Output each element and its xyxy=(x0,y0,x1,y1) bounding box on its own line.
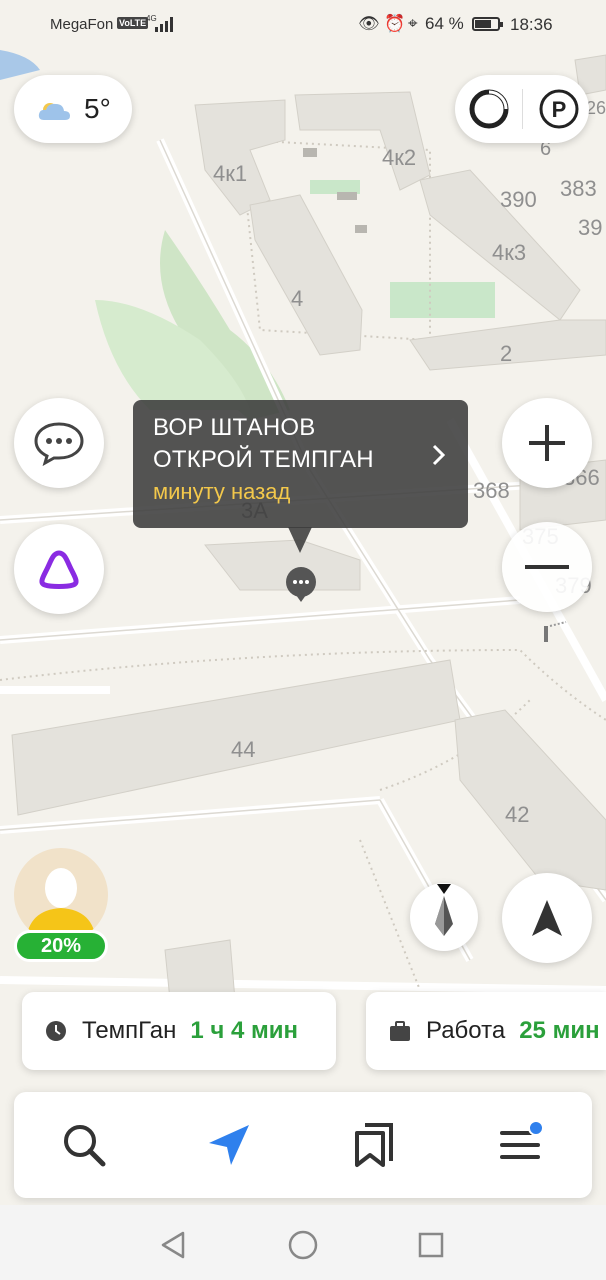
traffic-button[interactable] xyxy=(461,81,517,137)
map-label-house: 26 xyxy=(586,98,606,118)
compass-button[interactable] xyxy=(410,883,478,951)
system-nav-bar xyxy=(0,1205,606,1280)
zoom-out-button[interactable] xyxy=(502,522,592,612)
search-icon xyxy=(64,1125,106,1167)
menu-icon xyxy=(500,1121,544,1159)
clock: 18:36 xyxy=(510,15,553,34)
map-label-house: 4к1 xyxy=(213,161,248,186)
parking-button[interactable]: P xyxy=(531,81,587,137)
recents-square-icon xyxy=(418,1232,444,1258)
temperature: 5° xyxy=(84,93,111,124)
barrier-icon xyxy=(544,621,567,642)
route-name: Работа xyxy=(426,1017,506,1044)
eye-icon: 👁 xyxy=(358,14,380,33)
my-location-button[interactable] xyxy=(502,873,592,963)
map-label-house: 368 xyxy=(473,478,510,503)
chat-callout[interactable]: ВОР ШТАНОВ ОТКРОЙ ТЕМПГАН минуту назад xyxy=(133,400,468,528)
bottom-tab-bar xyxy=(14,1092,592,1198)
back-triangle-icon xyxy=(161,1231,185,1259)
parking-icon: P xyxy=(539,89,579,129)
map-label-house: 44 xyxy=(231,737,256,762)
chat-button[interactable] xyxy=(14,398,104,488)
weather-widget[interactable]: 5° xyxy=(14,75,132,143)
alarm-icon: ⏰ xyxy=(384,14,406,33)
route-duration: 25 мин xyxy=(519,1017,600,1044)
tab-menu[interactable] xyxy=(470,1092,570,1198)
route-chip-tempgan[interactable]: ТемпГан 1 ч 4 мин xyxy=(22,992,336,1070)
map-label-house: 39 xyxy=(578,215,603,240)
alice-icon xyxy=(39,550,79,589)
avatar-battery-badge: 20% xyxy=(14,930,108,962)
map-label-house: 383 xyxy=(560,176,597,201)
chat-bubble-icon xyxy=(34,422,84,466)
callout-line-1: ВОР ШТАНОВ xyxy=(153,414,316,441)
chat-pin-icon[interactable] xyxy=(284,565,318,603)
bookmarks-icon xyxy=(355,1123,393,1167)
divider xyxy=(522,89,523,129)
location-arrow-icon xyxy=(532,900,562,936)
chevron-right-icon xyxy=(432,444,446,466)
volte-badge: VoLTE xyxy=(117,17,149,29)
person-icon xyxy=(26,868,96,942)
traffic-icon xyxy=(469,89,509,129)
map-label-house: 4к3 xyxy=(492,240,527,265)
route-chip-work[interactable]: Работа 25 мин xyxy=(366,992,606,1070)
signal-icon xyxy=(155,16,175,32)
home-button[interactable] xyxy=(283,1225,323,1265)
map-layers-widget: P xyxy=(455,75,589,143)
map-label-house: 4 xyxy=(291,286,304,311)
map-label-house: 42 xyxy=(505,802,530,827)
plus-icon xyxy=(529,425,565,461)
svg-text:P: P xyxy=(552,97,567,122)
battery-percent: 64 % xyxy=(425,14,464,33)
back-button[interactable] xyxy=(153,1225,193,1265)
briefcase-icon xyxy=(390,1021,410,1041)
route-name: ТемпГан xyxy=(82,1017,177,1044)
home-circle-icon xyxy=(288,1230,318,1260)
navigation-arrow-icon xyxy=(209,1125,249,1165)
tab-search[interactable] xyxy=(34,1092,134,1198)
avatar[interactable] xyxy=(14,848,108,942)
recents-button[interactable] xyxy=(411,1225,451,1265)
map-label-house: 390 xyxy=(500,187,537,212)
cloud-icon xyxy=(38,103,70,120)
map-label-house: 4к2 xyxy=(382,145,417,170)
status-bar: MegaFon VoLTE 4G 👁 ⏰ ⌖ 64 % 18:36 xyxy=(0,0,606,50)
tab-navigator[interactable] xyxy=(179,1092,279,1198)
callout-line-2: ОТКРОЙ ТЕМПГАН xyxy=(153,446,374,473)
lawn xyxy=(390,282,495,318)
minus-icon xyxy=(525,565,569,569)
map-label-house: 2 xyxy=(500,341,513,366)
zoom-in-button[interactable] xyxy=(502,398,592,488)
callout-tail xyxy=(288,527,312,553)
tab-bookmarks[interactable] xyxy=(325,1092,425,1198)
location-icon: ⌖ xyxy=(408,14,418,33)
battery-icon xyxy=(472,17,503,31)
clock-icon xyxy=(46,1021,66,1041)
carrier-name: MegaFon xyxy=(50,16,114,33)
compass-icon xyxy=(435,884,453,936)
route-duration: 1 ч 4 мин xyxy=(190,1017,299,1044)
alice-button[interactable] xyxy=(14,524,104,614)
callout-timestamp: минуту назад xyxy=(153,479,291,504)
